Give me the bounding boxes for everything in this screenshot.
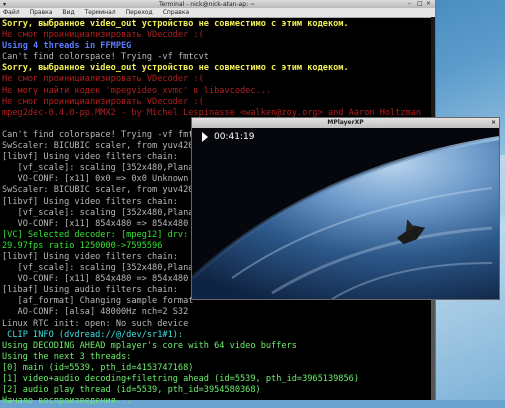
terminal-menubar: Файл Правка Вид Терминал Переход Справка [0,8,435,18]
terminal-line: Начало воспроизведения... [2,396,132,407]
menu-item-terminal[interactable]: Терминал [85,8,116,17]
menu-item-help[interactable]: Справка [163,8,189,17]
terminal-line: Sorry, выбранное video_out устройство не… [2,63,349,74]
terminal-line: Не смог проинициализировать VDecoder :( [2,30,204,41]
terminal-line: Sorry, выбранное video_out устройство не… [2,19,349,29]
terminal-line: [2] audio play thread (id=5539, pth_id=3… [2,385,261,396]
terminal-menu-icon[interactable]: ▾ [3,1,6,8]
mplayer-close-icon[interactable]: × [491,118,496,128]
terminal-line: Linux RTC init: open: No such device [2,318,189,329]
menu-item-file[interactable]: Файл [3,8,20,17]
menu-item-view[interactable]: Вид [62,8,74,17]
terminal-line: Can't find colorspace! Trying -vf fmtcvt [2,52,209,63]
menu-item-go[interactable]: Переход [126,8,153,17]
earth-orbit-image [192,128,499,299]
mplayer-window[interactable]: MPlayerXP × 00:41:19 [191,117,500,300]
play-icon [202,132,208,142]
video-frame[interactable]: 00:41:19 [192,128,499,299]
mplayer-titlebar[interactable]: MPlayerXP × [192,118,499,128]
terminal-line: Using the next 3 threads: [2,351,132,362]
close-icon[interactable]: × [426,1,432,7]
terminal-line: [1] video+audio decoding+filetring ahead… [2,374,359,384]
terminal-titlebar[interactable]: ▾ Terminal - nick@nick-atan-ap: ~ – □ × [0,0,435,8]
playback-time: 00:41:19 [214,132,255,142]
minimize-icon[interactable]: – [408,1,414,7]
terminal-title: Terminal - nick@nick-atan-ap: ~ [158,0,256,8]
terminal-line: Не смог проинициализировать VDecoder :( [2,96,204,107]
osd-overlay: 00:41:19 [202,132,254,142]
terminal-line: Using 4 threads in FFMPEG [2,41,132,52]
terminal-line: [0] main (id=5539, pth_id=4153747168) [2,362,194,373]
terminal-line: Не могу найти кодек 'mpegvideo_xvmc' в l… [2,85,272,96]
maximize-icon[interactable]: □ [417,1,423,7]
terminal-line: Using DECODING AHEAD mplayer's core with… [2,340,297,351]
terminal-line: AO-CONF: [alsa] 48000Hz nch=2 S32 [2,307,189,318]
menu-item-edit[interactable]: Правка [30,8,53,17]
terminal-line: Не смог проинициализировать VDecoder :( [2,74,204,85]
mplayer-title: MPlayerXP [327,119,364,126]
terminal-line: CLIP INFO (dvdread://@/dev/sr1#1): [2,329,184,340]
